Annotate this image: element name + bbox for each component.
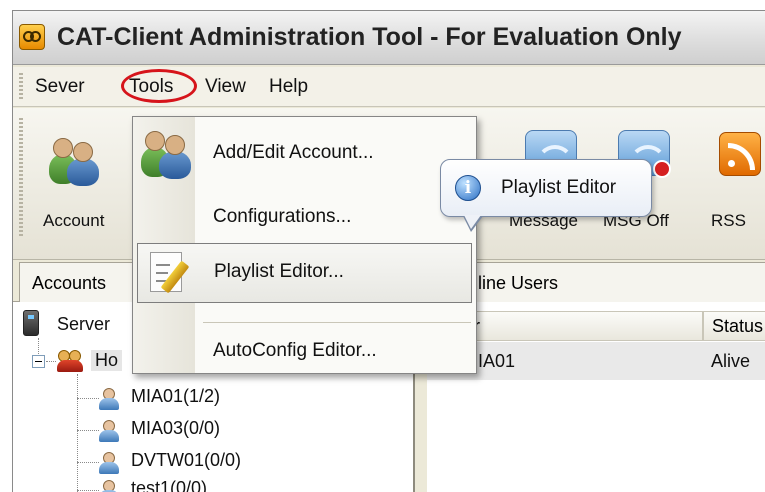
tree-root-server[interactable]: Server <box>57 314 110 335</box>
menu-view[interactable]: View <box>205 76 246 98</box>
column-header-status[interactable]: Status <box>703 311 765 341</box>
tab-online-users[interactable]: Online Users <box>427 262 765 302</box>
playlist-editor-tooltip: i Playlist Editor <box>440 159 652 232</box>
menu-item-playlist-editor[interactable]: Playlist Editor... <box>137 243 472 303</box>
account-people-icon[interactable] <box>47 136 101 186</box>
rss-button-label[interactable]: RSS <box>711 211 746 231</box>
user-group-icon <box>57 350 83 372</box>
menu-item-label: Configurations... <box>213 206 352 227</box>
tree-user-node[interactable]: test1(0/0) <box>131 478 207 492</box>
table-row[interactable]: MIA01 Alive <box>427 342 765 380</box>
info-icon: i <box>455 175 481 201</box>
menu-sever[interactable]: Sever <box>35 76 85 98</box>
app-window: CAT-Client Administration Tool - For Eva… <box>12 10 765 492</box>
user-icon <box>97 480 121 492</box>
menu-item-add-edit-account[interactable]: Add/Edit Account... <box>133 125 476 185</box>
collapse-toggle[interactable] <box>32 355 45 368</box>
window-title: CAT-Client Administration Tool - For Eva… <box>57 23 682 51</box>
toolbar-grip <box>19 118 23 238</box>
account-button-label[interactable]: Account <box>43 211 104 231</box>
playlist-editor-icon <box>148 250 192 296</box>
menu-help[interactable]: Help <box>269 76 308 98</box>
msg-off-badge-icon <box>653 160 671 178</box>
menubar-grip <box>19 73 23 99</box>
menu-bar: Sever Tools View Help <box>13 67 765 107</box>
server-icon <box>23 310 39 336</box>
tab-accounts[interactable]: Accounts <box>19 262 139 302</box>
menu-item-configurations[interactable]: Configurations... <box>133 189 476 249</box>
user-icon <box>97 420 121 442</box>
tools-annotation-circle <box>121 69 197 103</box>
add-account-people-icon <box>139 129 193 179</box>
tree-group-node[interactable]: Ho <box>91 350 123 371</box>
user-icon <box>97 388 121 410</box>
user-icon <box>97 452 121 474</box>
app-logo-icon <box>19 24 45 50</box>
title-bar: CAT-Client Administration Tool - For Eva… <box>13 11 765 65</box>
online-users-list: er Status MIA01 Alive <box>427 302 765 492</box>
tree-user-node[interactable]: MIA03(0/0) <box>131 418 220 439</box>
menu-item-label: AutoConfig Editor... <box>213 340 377 361</box>
menu-item-label: Playlist Editor... <box>214 261 344 282</box>
status-cell: Alive <box>711 351 751 371</box>
tools-dropdown-menu: Add/Edit Account... Configurations... Pl… <box>132 116 477 374</box>
menu-item-autoconfig-editor[interactable]: AutoConfig Editor... <box>133 323 476 383</box>
tooltip-text: Playlist Editor <box>501 177 617 198</box>
menu-item-label: Add/Edit Account... <box>213 142 374 163</box>
rss-feed-icon[interactable] <box>719 132 761 176</box>
tree-user-node[interactable]: MIA01(1/2) <box>131 386 220 407</box>
tree-user-node[interactable]: DVTW01(0/0) <box>131 450 241 471</box>
